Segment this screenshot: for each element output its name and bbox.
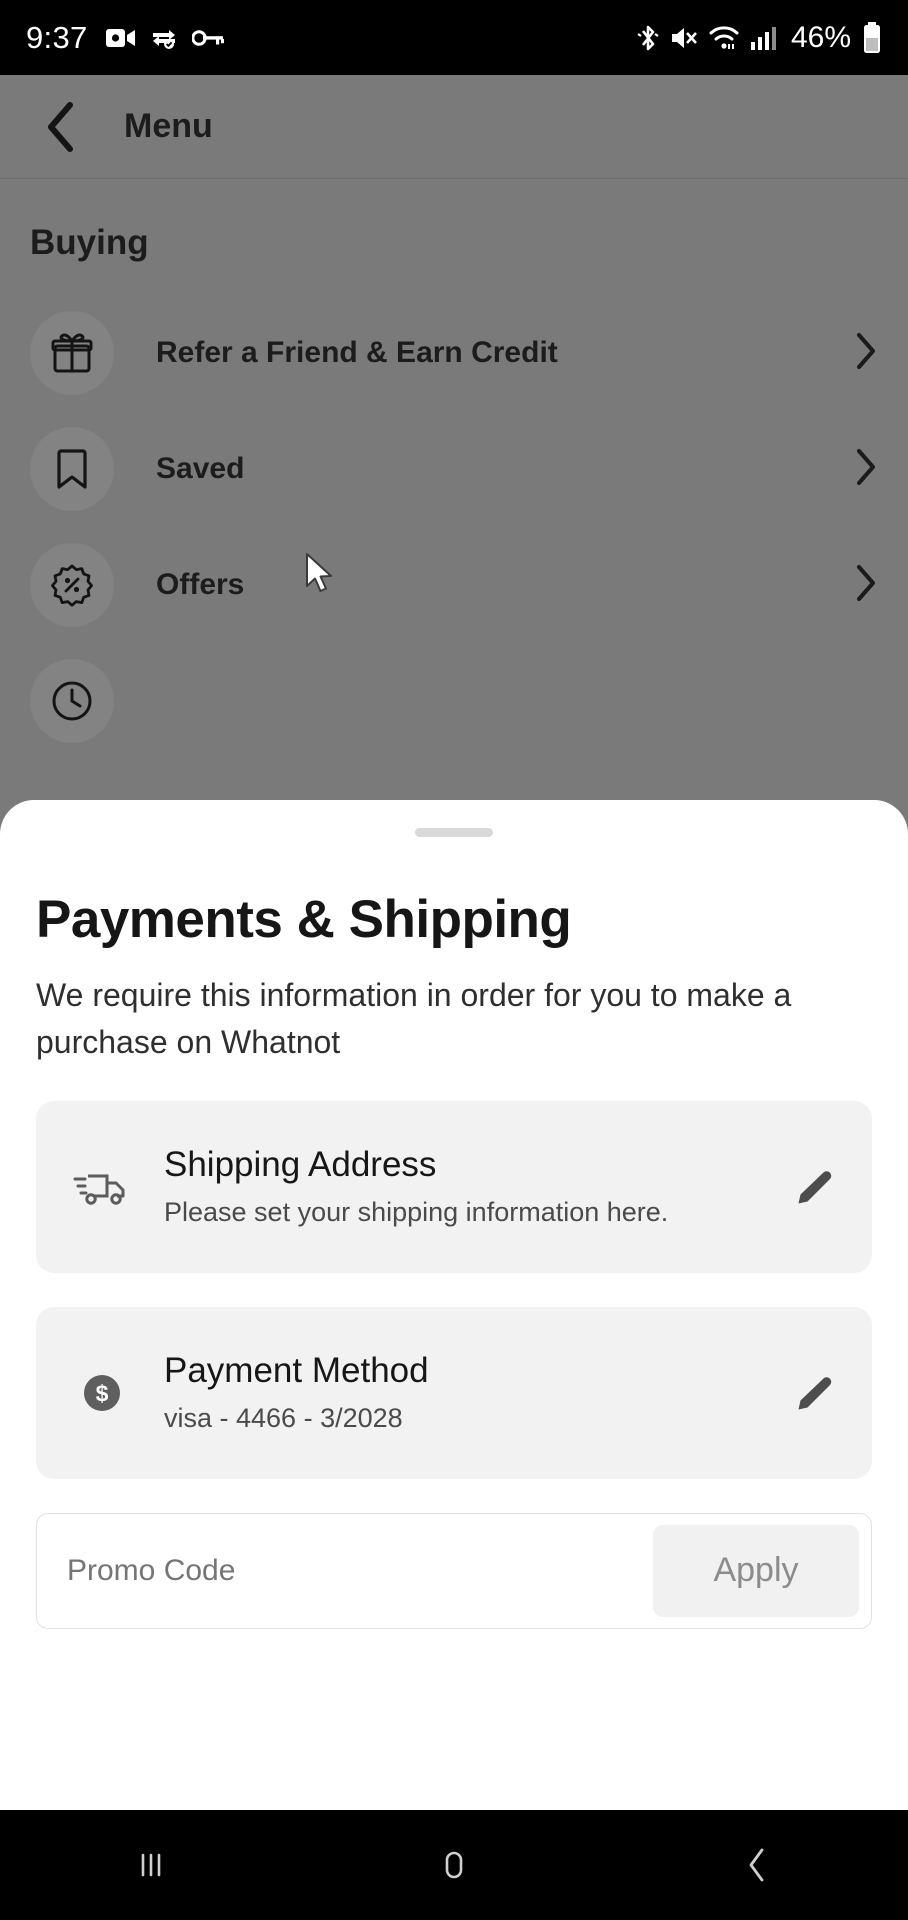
payment-method-card[interactable]: $ Payment Method visa - 4466 - 3/2028 xyxy=(36,1306,872,1479)
vpn-key-sync-icon xyxy=(150,26,178,50)
promo-code-input[interactable] xyxy=(67,1553,653,1588)
menu-row-label: Saved xyxy=(156,452,245,485)
chevron-right-icon xyxy=(854,447,878,492)
menu-row-offers[interactable]: Offers xyxy=(0,527,908,643)
card-title: Payment Method xyxy=(164,1351,429,1391)
edit-payment-method-button[interactable] xyxy=(786,1372,842,1414)
status-bar-left-icons xyxy=(105,26,224,50)
menu-row-saved[interactable]: Saved xyxy=(0,411,908,527)
menu-row-label: Refer a Friend & Earn Credit xyxy=(156,336,558,369)
menu-row-partial[interactable] xyxy=(0,643,908,759)
sheet-title: Payments & Shipping xyxy=(36,890,572,949)
status-bar-clock: 9:37 xyxy=(26,19,88,55)
status-bar-right-icons: 46% xyxy=(637,21,882,55)
dollar-circle-icon: $ xyxy=(66,1367,138,1419)
status-bar: 9:37 46% xyxy=(0,0,908,75)
chevron-left-icon[interactable] xyxy=(30,96,92,158)
chevron-right-icon xyxy=(854,331,878,376)
discount-badge-icon xyxy=(30,543,114,627)
app-header: Menu xyxy=(0,75,908,179)
bluetooth-icon xyxy=(637,23,659,53)
gift-icon xyxy=(30,311,114,395)
wifi-icon xyxy=(709,25,739,51)
back-chevron-icon[interactable] xyxy=(605,1810,908,1920)
phone-screen: 9:37 46% Menu Buying Refer a Friend & Ea… xyxy=(0,0,908,1920)
sheet-drag-handle[interactable] xyxy=(415,828,493,837)
delivery-truck-icon xyxy=(66,1163,138,1211)
card-subtitle: visa - 4466 - 3/2028 xyxy=(164,1403,403,1434)
section-title-buying: Buying xyxy=(30,223,149,262)
android-nav-bar xyxy=(0,1810,908,1920)
key-icon xyxy=(191,29,224,47)
card-title: Shipping Address xyxy=(164,1145,437,1185)
page-title: Menu xyxy=(124,107,213,145)
mute-icon xyxy=(670,25,698,51)
recents-icon[interactable] xyxy=(0,1810,303,1920)
menu-row-refer-a-friend[interactable]: Refer a Friend & Earn Credit xyxy=(0,295,908,411)
home-icon[interactable] xyxy=(303,1810,606,1920)
sheet-subtitle: We require this information in order for… xyxy=(36,977,792,1061)
clock-icon xyxy=(30,659,114,743)
menu-row-label: Offers xyxy=(156,568,245,601)
battery-percent-label: 46% xyxy=(790,20,851,54)
apply-promo-button[interactable]: Apply xyxy=(653,1524,859,1617)
edit-shipping-address-button[interactable] xyxy=(786,1166,842,1208)
payments-shipping-bottom-sheet: Payments & Shipping We require this info… xyxy=(0,800,908,1810)
svg-text:$: $ xyxy=(96,1380,109,1406)
video-camera-icon xyxy=(105,27,136,49)
chevron-right-icon xyxy=(854,563,878,608)
promo-code-row: Apply xyxy=(36,1512,872,1629)
battery-icon xyxy=(862,21,882,54)
shipping-address-card[interactable]: Shipping Address Please set your shippin… xyxy=(36,1100,872,1273)
cellular-signal-icon xyxy=(750,25,776,51)
bookmark-icon xyxy=(30,427,114,511)
payment-method-text: Payment Method visa - 4466 - 3/2028 xyxy=(164,1351,786,1434)
shipping-address-text: Shipping Address Please set your shippin… xyxy=(164,1145,786,1228)
card-subtitle: Please set your shipping information her… xyxy=(164,1197,669,1228)
